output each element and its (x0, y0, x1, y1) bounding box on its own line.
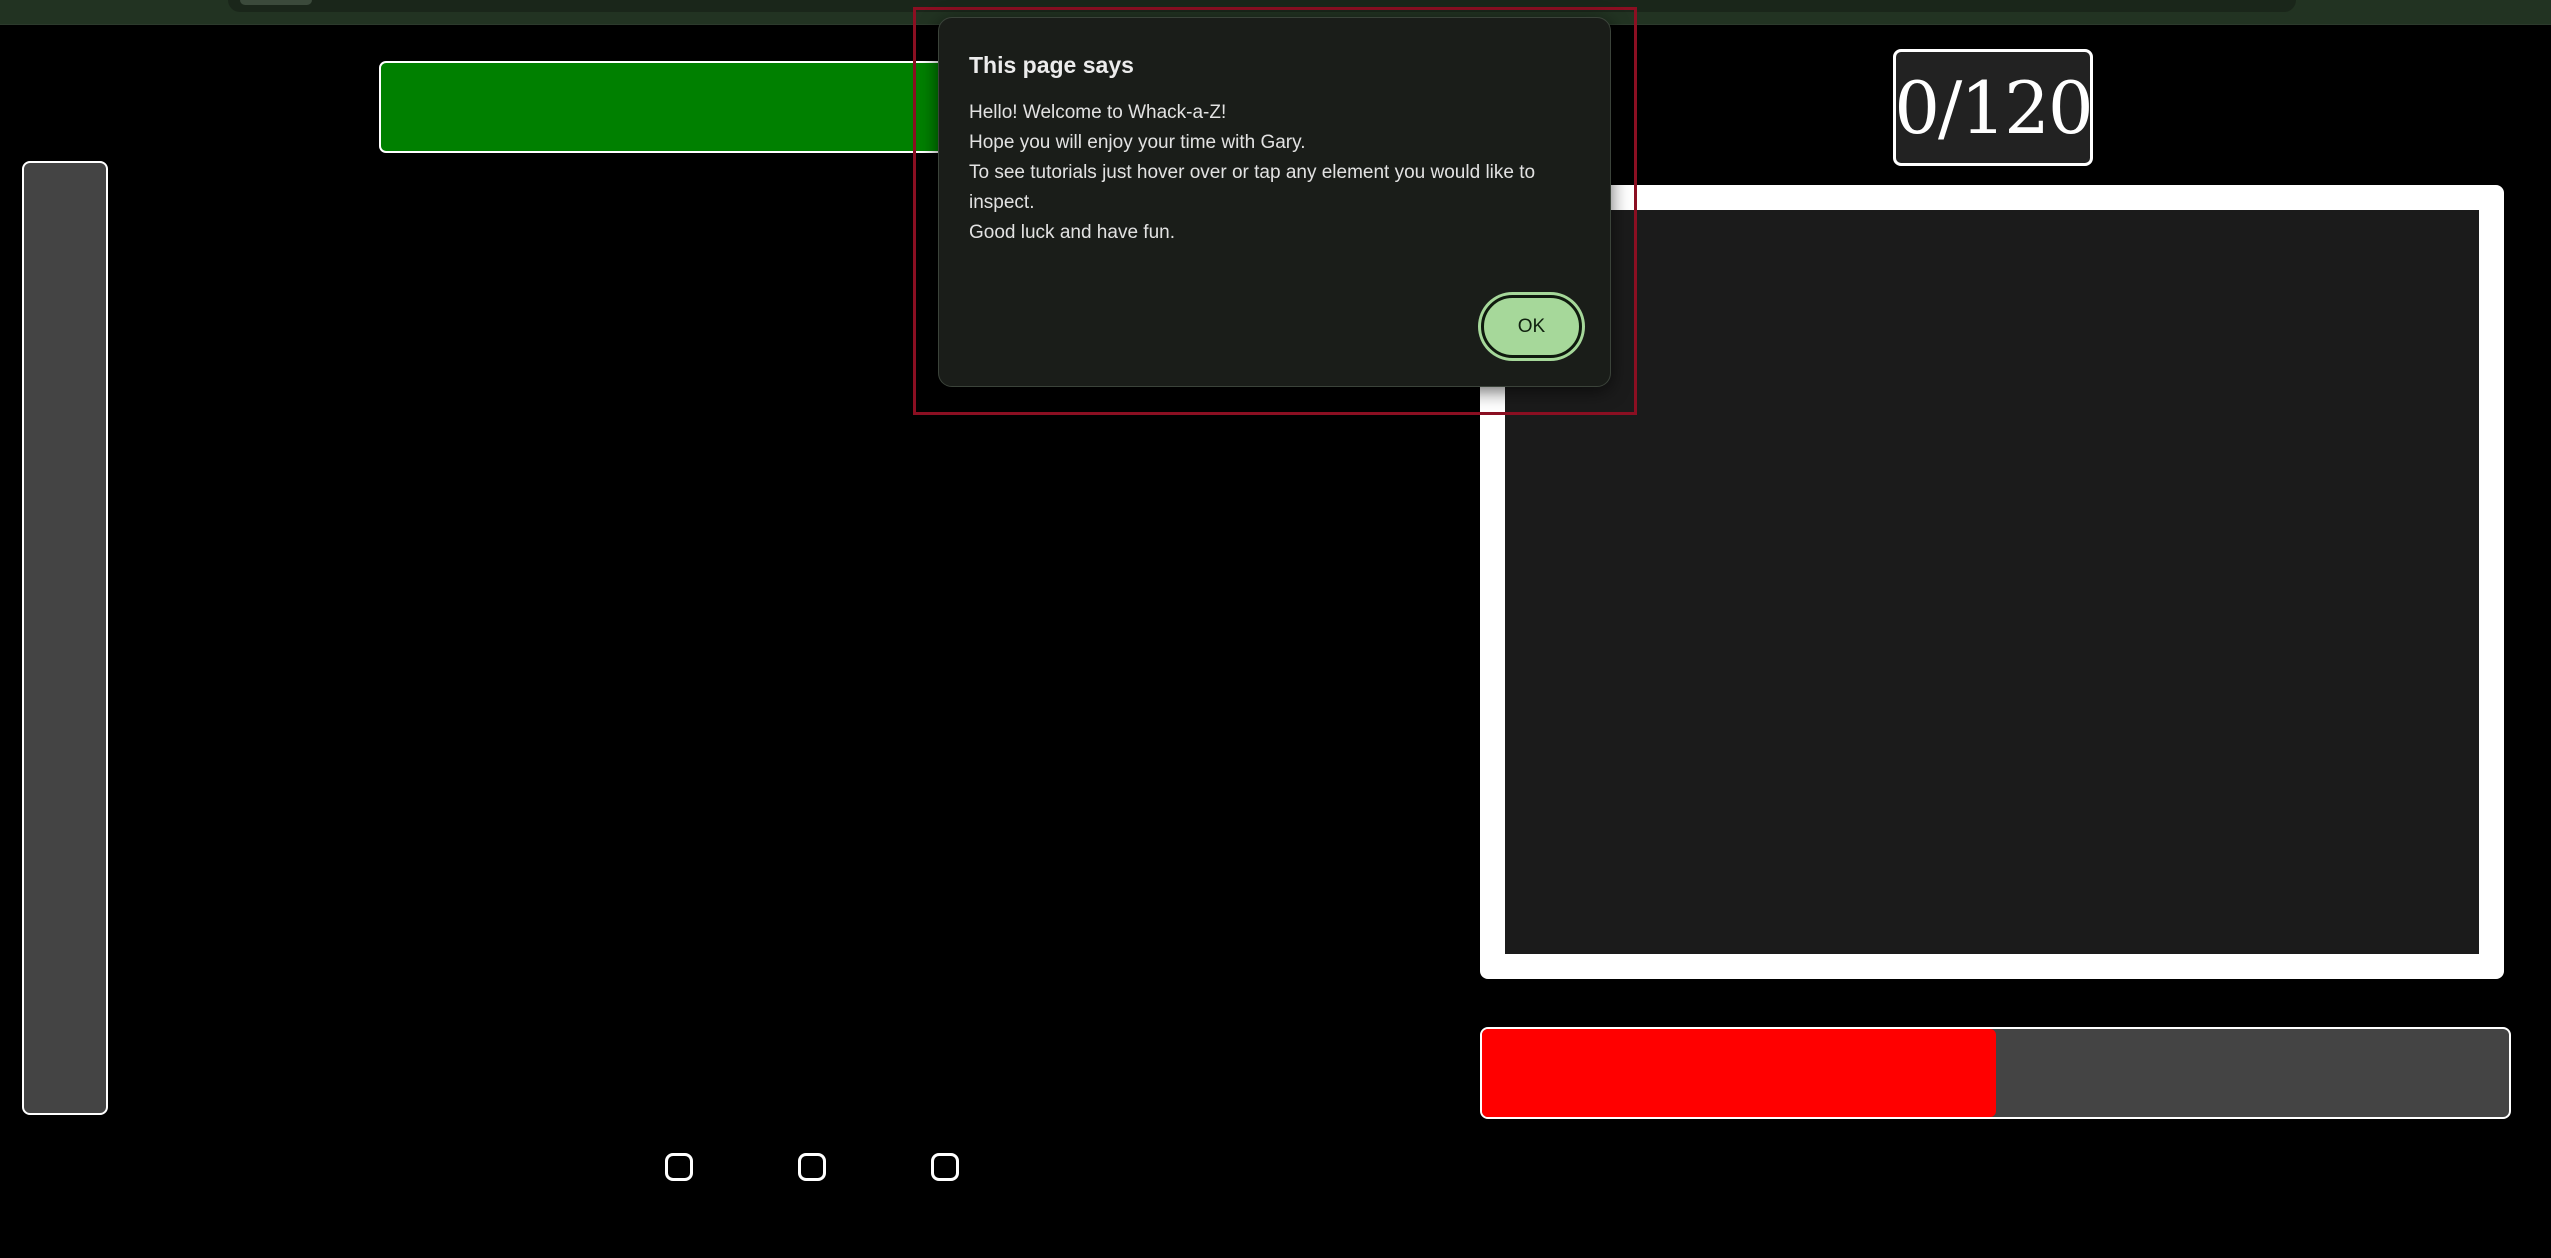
dialog-message: Hello! Welcome to Whack-a-Z! Hope you wi… (969, 98, 1589, 248)
pip-button-2[interactable] (798, 1153, 826, 1181)
pip-button-1[interactable] (665, 1153, 693, 1181)
dialog-line-2: Hope you will enjoy your time with Gary. (969, 132, 1306, 153)
dialog-line-4: Good luck and have fun. (969, 222, 1175, 243)
alert-dialog: This page says Hello! Welcome to Whack-a… (938, 17, 1611, 387)
dialog-line-1: Hello! Welcome to Whack-a-Z! (969, 102, 1227, 123)
pip-button-3[interactable] (931, 1153, 959, 1181)
ok-button[interactable]: OK (1481, 295, 1582, 358)
browser-tab-stub[interactable] (240, 0, 312, 5)
dialog-line-3: To see tutorials just hover over or tap … (969, 162, 1536, 213)
health-bar[interactable] (1480, 1027, 2511, 1119)
dialog-title: This page says (969, 52, 1134, 78)
score-counter[interactable]: 0/120 (1893, 49, 2094, 166)
page: 0/120 This page says Hello! Welcome to W… (0, 0, 2551, 1258)
health-bar-fill (1482, 1029, 1996, 1117)
game-screen[interactable] (1505, 210, 2479, 954)
left-side-panel[interactable] (22, 161, 108, 1115)
